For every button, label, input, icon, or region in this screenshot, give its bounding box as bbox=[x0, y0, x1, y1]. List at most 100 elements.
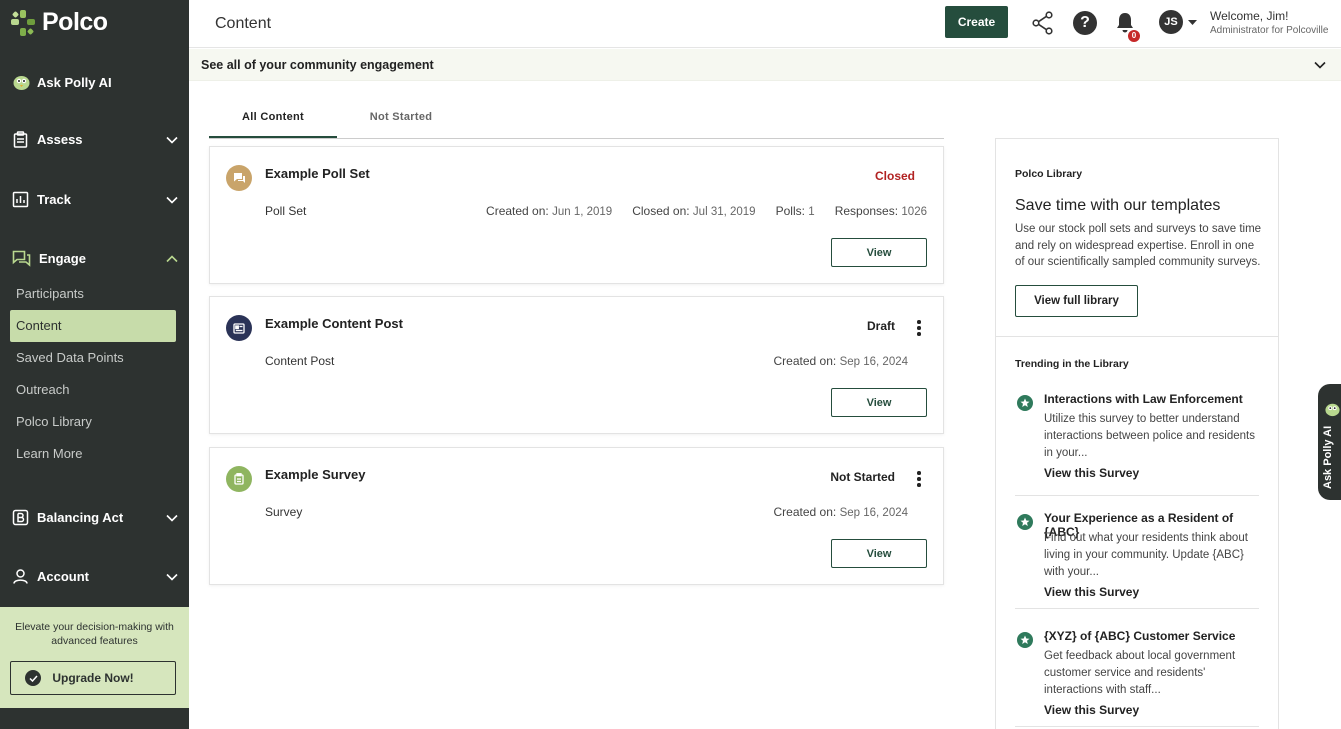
tab-all-content[interactable]: All Content bbox=[209, 111, 337, 123]
caret-down-icon[interactable] bbox=[1188, 20, 1197, 26]
view-survey-link[interactable]: View this Survey bbox=[1044, 703, 1139, 717]
ask-polly-link[interactable]: Ask Polly AI bbox=[12, 74, 112, 91]
nav-section-engage-label: Engage bbox=[39, 251, 86, 266]
chevron-down-icon[interactable] bbox=[1314, 61, 1326, 69]
trending-description: Find out what your residents think about… bbox=[1044, 532, 1248, 578]
chat-bubbles-icon bbox=[12, 250, 31, 267]
card-type: Content Post bbox=[265, 354, 335, 368]
card-title[interactable]: Example Poll Set bbox=[265, 166, 370, 181]
card-type: Poll Set bbox=[265, 204, 307, 218]
created-label: Created on: bbox=[486, 204, 549, 218]
view-survey-link[interactable]: View this Survey bbox=[1044, 585, 1139, 599]
nav-section-balancing-act-label: Balancing Act bbox=[37, 510, 124, 525]
polly-bird-icon bbox=[1325, 403, 1340, 417]
ask-polly-side-tab[interactable]: Ask Polly AI bbox=[1318, 384, 1341, 500]
star-badge-icon bbox=[1017, 514, 1033, 530]
avatar[interactable]: JS bbox=[1159, 10, 1183, 34]
polls-label: Polls: bbox=[775, 204, 805, 218]
user-icon bbox=[13, 569, 28, 584]
upgrade-now-label: Upgrade Now! bbox=[52, 671, 134, 685]
content-card-content-post: Example Content Post Draft Content Post … bbox=[209, 296, 944, 434]
more-options-icon[interactable] bbox=[917, 320, 921, 338]
top-header: Content Create ? 0 JS Welcome, Jim! Admi… bbox=[189, 0, 1341, 48]
sidebar: Polco Ask Polly AI Assess Track Engage P… bbox=[0, 0, 189, 729]
sidebar-item-learn-more[interactable]: Learn More bbox=[10, 438, 176, 470]
card-meta: Created on: Jun 1, 2019 Closed on: Jul 3… bbox=[486, 204, 927, 218]
created-label: Created on: bbox=[773, 354, 837, 368]
responses-label: Responses: bbox=[834, 204, 899, 218]
view-button[interactable]: View bbox=[831, 388, 927, 417]
sidebar-item-participants[interactable]: Participants bbox=[10, 278, 176, 310]
library-label: Polco Library bbox=[1015, 168, 1083, 180]
view-button[interactable]: View bbox=[831, 539, 927, 568]
star-badge-icon bbox=[1017, 395, 1033, 411]
ask-polly-label: Ask Polly AI bbox=[37, 75, 112, 90]
engagement-banner[interactable]: See all of your community engagement bbox=[189, 49, 1341, 81]
nav-section-track-label: Track bbox=[37, 192, 71, 207]
closed-label: Closed on: bbox=[632, 204, 690, 218]
upgrade-now-button[interactable]: Upgrade Now! bbox=[10, 661, 176, 695]
nav-section-account-label: Account bbox=[37, 569, 89, 584]
nav-section-assess-label: Assess bbox=[37, 132, 83, 147]
library-heading: Save time with our templates bbox=[1015, 197, 1221, 214]
polly-bird-icon bbox=[13, 76, 30, 90]
brand-name: Polco bbox=[42, 8, 108, 36]
status-badge: Closed bbox=[874, 169, 915, 183]
content-card-poll-set: Example Poll Set Closed Poll Set Created… bbox=[209, 146, 944, 284]
trending-title[interactable]: {XYZ} of {ABC} Customer Service bbox=[1044, 629, 1235, 643]
user-role: Administrator for Polcoville bbox=[1210, 25, 1329, 36]
more-options-icon[interactable] bbox=[917, 471, 921, 489]
content-post-icon bbox=[226, 315, 252, 341]
sidebar-item-polco-library[interactable]: Polco Library bbox=[10, 406, 176, 438]
check-circle-icon bbox=[25, 670, 41, 686]
sidebar-item-content[interactable]: Content bbox=[10, 310, 176, 342]
chevron-down-icon bbox=[166, 196, 178, 204]
help-icon[interactable]: ? bbox=[1073, 11, 1097, 35]
library-description: Use our stock poll sets and surveys to s… bbox=[1015, 223, 1262, 268]
card-meta: Created on: Sep 16, 2024 bbox=[774, 505, 908, 519]
user-welcome[interactable]: Welcome, Jim! Administrator for Polcovil… bbox=[1210, 9, 1328, 36]
bar-chart-icon bbox=[12, 191, 29, 208]
notification-count-badge: 0 bbox=[1128, 30, 1140, 42]
engagement-banner-text: See all of your community engagement bbox=[201, 58, 434, 72]
tab-not-started[interactable]: Not Started bbox=[337, 111, 465, 123]
sidebar-item-saved-data-points[interactable]: Saved Data Points bbox=[10, 342, 176, 374]
trending-title[interactable]: Interactions with Law Enforcement bbox=[1044, 392, 1243, 406]
created-date: Sep 16, 2024 bbox=[839, 356, 908, 368]
polco-logo[interactable]: Polco bbox=[10, 8, 108, 37]
divider bbox=[996, 336, 1278, 337]
page-title: Content bbox=[215, 15, 272, 32]
create-button[interactable]: Create bbox=[945, 6, 1008, 38]
created-date: Jun 1, 2019 bbox=[552, 206, 613, 218]
responses-count: 1026 bbox=[901, 206, 927, 218]
survey-icon bbox=[226, 466, 252, 492]
trending-label: Trending in the Library bbox=[1015, 358, 1129, 370]
view-full-library-button[interactable]: View full library bbox=[1015, 285, 1138, 317]
status-badge: Not Started bbox=[830, 470, 895, 484]
upgrade-promo-text: Elevate your decision-making with advanc… bbox=[15, 621, 174, 647]
sidebar-item-outreach[interactable]: Outreach bbox=[10, 374, 176, 406]
nav-section-balancing-act[interactable]: Balancing Act bbox=[12, 509, 178, 526]
nav-section-engage[interactable]: Engage bbox=[12, 250, 178, 267]
share-icon[interactable] bbox=[1032, 11, 1054, 35]
content-tabs: All Content Not Started bbox=[209, 100, 944, 139]
status-badge: Draft bbox=[866, 319, 895, 333]
chevron-up-icon bbox=[166, 254, 178, 262]
trending-item: Your Experience as a Resident of {ABC} F… bbox=[1015, 511, 1259, 609]
card-title[interactable]: Example Survey bbox=[265, 467, 365, 482]
nav-section-assess[interactable]: Assess bbox=[12, 131, 178, 148]
card-title[interactable]: Example Content Post bbox=[265, 316, 403, 331]
notifications-button[interactable]: 0 bbox=[1114, 11, 1140, 42]
view-button[interactable]: View bbox=[831, 238, 927, 267]
library-panel: Polco Library Save time with our templat… bbox=[995, 138, 1279, 729]
card-type: Survey bbox=[265, 505, 303, 519]
view-survey-link[interactable]: View this Survey bbox=[1044, 466, 1139, 480]
nav-section-account[interactable]: Account bbox=[12, 568, 178, 585]
active-tab-indicator bbox=[209, 136, 337, 138]
star-badge-icon bbox=[1017, 632, 1033, 648]
content-card-survey: Example Survey Not Started Survey Create… bbox=[209, 447, 944, 585]
nav-section-track[interactable]: Track bbox=[12, 191, 178, 208]
ask-polly-side-tab-label: Ask Polly AI bbox=[1322, 425, 1334, 489]
chevron-down-icon bbox=[166, 514, 178, 522]
polco-logo-icon bbox=[11, 9, 35, 36]
